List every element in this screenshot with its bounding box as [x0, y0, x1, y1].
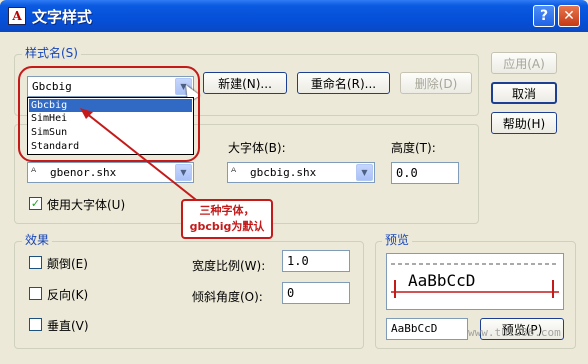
title-bar[interactable]: A 文字样式 ? ✕ [0, 0, 588, 32]
window-title: 文字样式 [32, 8, 93, 26]
rename-style-button[interactable]: 重命名(R)... [297, 72, 390, 94]
font-icon: ᴬ [31, 165, 37, 179]
font-name-combo[interactable]: ᴬ gbenor.shx ▼ [27, 162, 194, 183]
style-group-title: 样式名(S) [22, 44, 81, 61]
annotation-line-2: gbcbig为默认 [189, 220, 265, 233]
height-input[interactable]: 0.0 [391, 162, 459, 184]
delete-style-button[interactable]: 删除(D) [400, 72, 472, 94]
backwards-label: 反向(K) [47, 288, 89, 302]
bigfont-label: 大字体(B): [228, 141, 286, 155]
annotation-ring [18, 66, 200, 162]
preview-group-title: 预览 [382, 231, 413, 248]
chevron-down-icon[interactable]: ▼ [356, 164, 373, 181]
width-factor-input[interactable]: 1.0 [282, 250, 350, 272]
new-style-button[interactable]: 新建(N)... [203, 72, 287, 94]
height-label: 高度(T): [391, 141, 436, 155]
vertical-label: 垂直(V) [47, 319, 89, 333]
font-icon: ᴬ [231, 165, 237, 179]
font-name-value: gbenor.shx [50, 166, 117, 179]
bigfont-value: gbcbig.shx [250, 166, 317, 179]
annotation-line-1: 三种字体， [199, 204, 255, 217]
use-bigfont-label: 使用大字体(U) [47, 198, 126, 212]
bigfont-combo[interactable]: ᴬ gbcbig.shx ▼ [227, 162, 375, 183]
close-button[interactable]: ✕ [558, 5, 580, 27]
upside-down-label: 颠倒(E) [47, 257, 88, 271]
preview-canvas: AaBbCcD [386, 253, 564, 310]
vertical-checkbox[interactable] [29, 318, 42, 331]
app-icon: A [8, 7, 26, 25]
preview-input[interactable]: AaBbCcD [386, 318, 468, 340]
apply-button[interactable]: 应用(A) [491, 52, 557, 74]
effects-group-title: 效果 [22, 231, 53, 248]
help-title-button[interactable]: ? [533, 5, 555, 27]
width-factor-label: 宽度比例(W): [192, 259, 266, 273]
annotation-callout: 三种字体， gbcbig为默认 [181, 199, 273, 239]
oblique-angle-input[interactable]: 0 [282, 282, 350, 304]
preview-sample-text: AaBbCcD [408, 271, 476, 290]
watermark: www.tu1u86.com [468, 326, 561, 339]
oblique-angle-label: 倾斜角度(O): [192, 290, 263, 304]
help-button[interactable]: 帮助(H) [491, 112, 557, 134]
upside-down-checkbox[interactable] [29, 256, 42, 269]
backwards-checkbox[interactable] [29, 287, 42, 300]
cancel-button[interactable]: 取消 [491, 82, 557, 104]
use-bigfont-checkbox[interactable]: ✓ [29, 197, 42, 210]
chevron-down-icon[interactable]: ▼ [175, 164, 192, 181]
